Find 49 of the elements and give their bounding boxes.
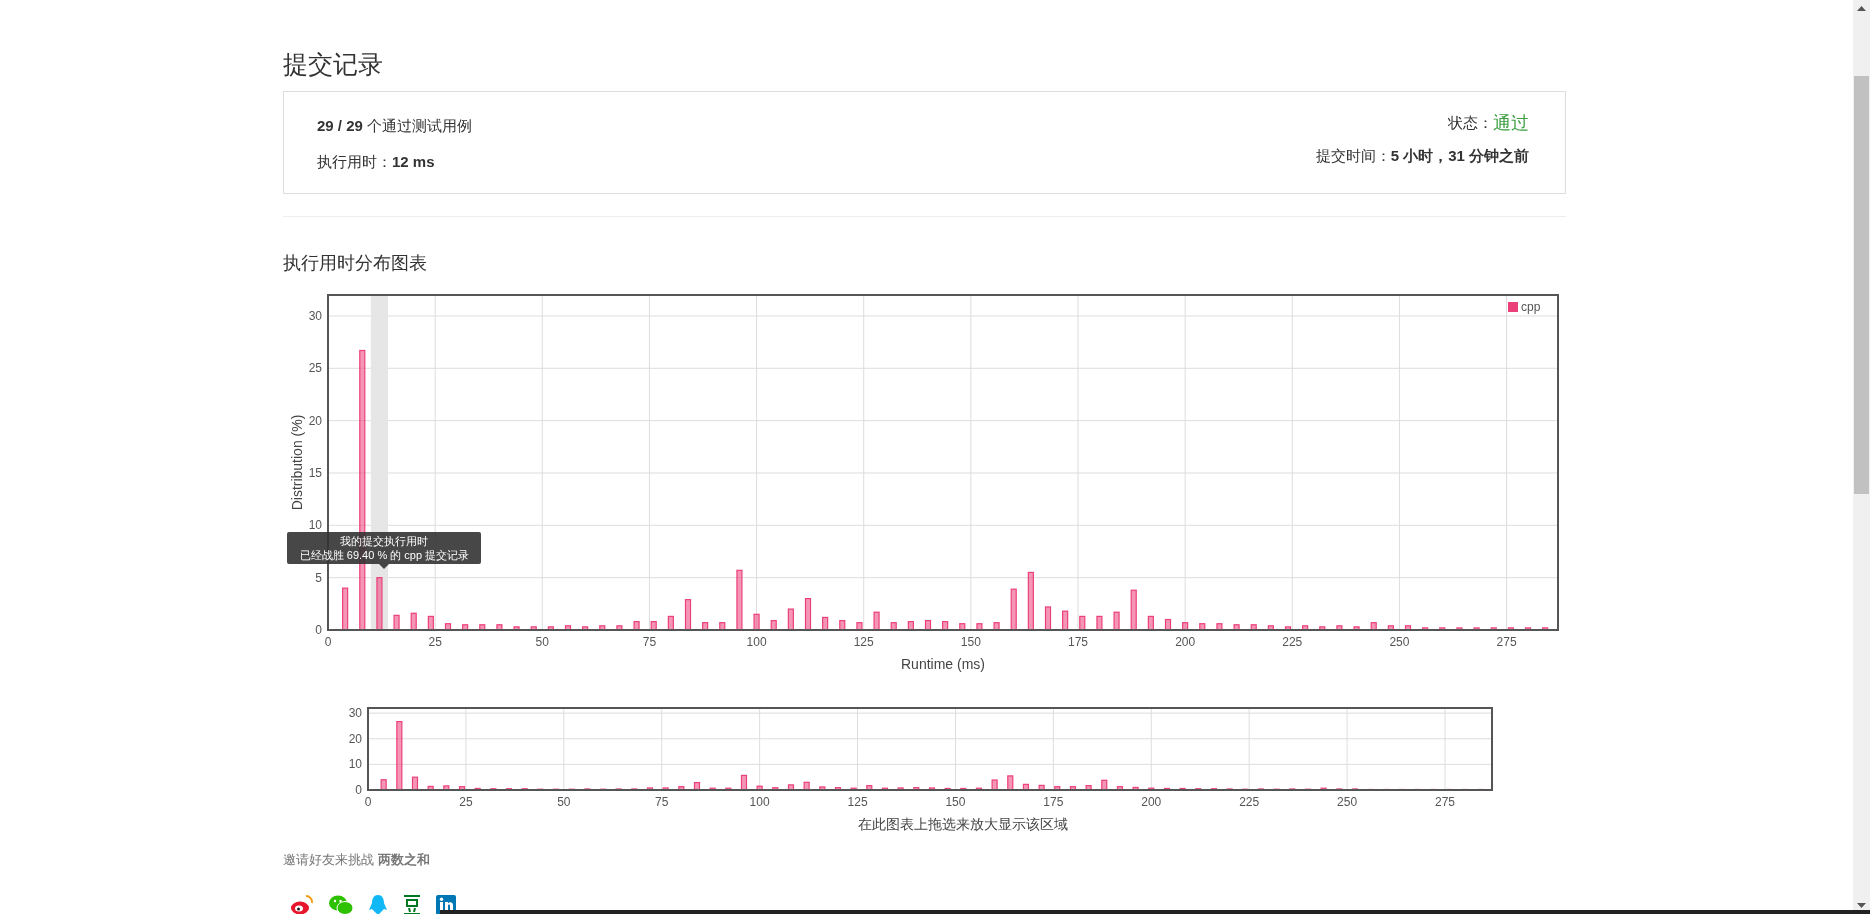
tooltip-text: 我的提交执行用时: [340, 534, 429, 548]
zoom-hint: 在此图表上拖选来放大显示该区域: [858, 815, 1068, 834]
axis-tick-label: 175: [1068, 635, 1088, 649]
axis-tick-label: 250: [1389, 635, 1410, 649]
axis-tick-label: 200: [1141, 795, 1162, 809]
axis-tick-label: 50: [557, 795, 571, 809]
axis-tick-label: 150: [960, 635, 981, 649]
page-title: 提交记录: [283, 49, 384, 80]
axis-tick-label: 75: [655, 795, 669, 809]
axis-tick-label: 275: [1496, 635, 1517, 649]
axis-title: Runtime (ms): [901, 656, 985, 672]
challenge-text: 邀请好友来挑战 两数之和: [283, 851, 431, 869]
axis-tick-label: 125: [847, 795, 868, 809]
axis-tick-label: 25: [428, 635, 442, 649]
axis-tick-label: 225: [1239, 795, 1260, 809]
axis-tick-label: 175: [1043, 795, 1064, 809]
axis-tick-label: 0: [364, 795, 372, 809]
axis-tick-label: 75: [642, 635, 657, 649]
passed-count: 29 / 29 个通过测试用例: [317, 116, 473, 136]
axis-tick-label: 225: [1282, 635, 1303, 649]
axis-tick-label: 30: [348, 706, 362, 721]
axis-tick-label: 25: [459, 795, 473, 809]
status-label: 状态：: [1448, 113, 1493, 133]
axis-tick-label: 20: [308, 413, 322, 428]
axis-tick-label: 25: [308, 361, 322, 376]
chart-title: 执行用时分布图表: [283, 252, 428, 275]
axis-tick-label: 125: [853, 635, 874, 649]
legend-label: cpp: [1521, 300, 1541, 314]
axis-tick-label: 50: [535, 635, 549, 649]
axis-tick-label: 20: [348, 731, 362, 746]
axis-tick-label: 200: [1175, 635, 1196, 649]
tooltip-text: 已经战胜 69.40 % 的 cpp 提交记录: [299, 548, 470, 562]
axis-tick-label: 150: [945, 795, 966, 809]
submitted-time: 提交时间：5 小时，31 分钟之前: [1315, 145, 1529, 166]
status-value: 通过: [1493, 112, 1529, 135]
axis-tick-label: 30: [308, 308, 322, 323]
axis-tick-label: 10: [348, 757, 362, 772]
axis-tick-label: 0: [324, 635, 332, 649]
axis-tick-label: 0: [315, 623, 322, 637]
axis-tick-label: 0: [355, 783, 362, 797]
axis-tick-label: 250: [1337, 795, 1358, 809]
axis-tick-label: 5: [315, 570, 322, 585]
axis-tick-label: 10: [308, 518, 322, 533]
axis-tick-label: 15: [308, 465, 322, 480]
runtime-text: 执行用时：12 ms: [317, 151, 436, 172]
axis-title: Distribution (%): [289, 414, 305, 511]
axis-tick-label: 100: [746, 635, 767, 649]
axis-tick-label: 100: [749, 795, 770, 809]
axis-tick-label: 275: [1435, 795, 1455, 809]
